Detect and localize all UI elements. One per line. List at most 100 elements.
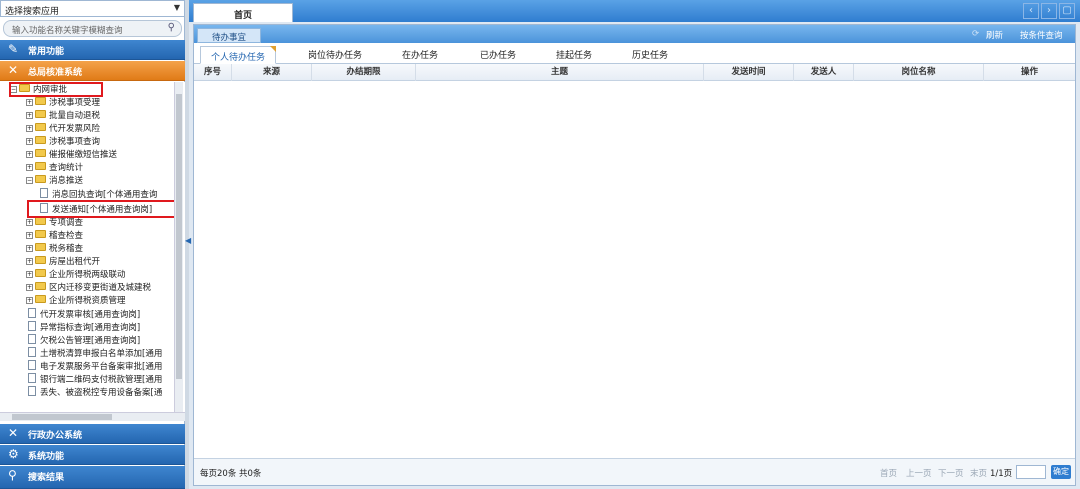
tree-folder[interactable]: + 专项调查 xyxy=(26,217,83,229)
tree-node-label: 查询统计 xyxy=(49,163,84,173)
panel-title-tab[interactable]: 待办事宜 xyxy=(197,28,261,43)
tree-horizontal-scrollbar[interactable] xyxy=(0,412,185,421)
tree-folder[interactable]: + 涉税事项查询 xyxy=(26,136,100,148)
tab-in-progress[interactable]: 在办任务 xyxy=(402,48,438,61)
tree-folder[interactable]: + 批量自动退税 xyxy=(26,110,100,122)
tools-icon: ✕ xyxy=(8,63,19,77)
tree-folder[interactable]: + 查询统计 xyxy=(26,162,83,174)
expand-icon[interactable]: + xyxy=(26,245,33,252)
expand-icon[interactable]: + xyxy=(26,125,33,132)
chevron-left-icon[interactable]: ‹ xyxy=(1023,3,1039,19)
search-icon[interactable]: ⚲ xyxy=(168,22,175,33)
tree-folder[interactable]: + 税务稽查 xyxy=(26,243,83,255)
collapse-icon[interactable]: − xyxy=(26,177,33,184)
expand-icon[interactable]: + xyxy=(26,164,33,171)
tree-node-label: 涉税事项受理 xyxy=(49,98,101,108)
tab-completed[interactable]: 已办任务 xyxy=(480,48,516,61)
tree-folder[interactable]: + 房屋出租代开 xyxy=(26,256,100,268)
menu-search-results[interactable]: ⚲ 搜索结果 xyxy=(0,466,185,489)
expand-icon[interactable]: + xyxy=(26,284,33,291)
function-tree: − 内网审批 + 涉税事项受理 + 批量自动退税 + 代开发票风险 + 涉税事项查询 + 催… xyxy=(0,82,185,412)
scrollbar-thumb[interactable] xyxy=(176,94,182,379)
tree-vertical-scrollbar[interactable] xyxy=(174,82,183,412)
tree-folder[interactable]: − 消息推送 xyxy=(26,175,83,187)
expand-icon[interactable]: + xyxy=(26,138,33,145)
tree-file[interactable]: 土增税清算申报白名单添加[通用 xyxy=(28,347,162,359)
tree-node-label: 税务稽查 xyxy=(49,244,84,254)
first-page-link[interactable]: 首页 xyxy=(880,467,897,479)
tree-folder[interactable]: + 区内迁移变更街道及城建税 xyxy=(26,282,151,294)
tree-file[interactable]: 异常指标查询[通用查询岗] xyxy=(28,321,140,333)
app-select-value: 选择搜索应用 xyxy=(5,7,60,17)
tree-file[interactable]: 银行端二维码支付税款管理[通用 xyxy=(28,373,162,385)
expand-icon[interactable]: + xyxy=(26,112,33,119)
chevron-right-icon[interactable]: › xyxy=(1041,3,1057,19)
tree-file[interactable]: 丢失、被盗税控专用设备备案[通 xyxy=(28,386,162,398)
expand-icon[interactable]: + xyxy=(26,232,33,239)
tree-file[interactable]: 代开发票审核[通用查询岗] xyxy=(28,308,140,320)
expand-icon[interactable]: + xyxy=(26,151,33,158)
menu-approval-system[interactable]: ✕ 总局核准系统 xyxy=(0,61,185,81)
tree-node-label: 土增税清算申报白名单添加[通用 xyxy=(40,349,163,359)
file-icon xyxy=(28,360,36,370)
tree-file[interactable]: 电子发票服务平台备案审批[通用 xyxy=(28,360,162,372)
query-by-condition-button[interactable]: 按条件查询 xyxy=(1020,29,1063,41)
tab-home[interactable]: 首页 xyxy=(193,3,293,22)
app-select[interactable]: 选择搜索应用 ▼ xyxy=(0,0,185,17)
menu-label: 常用功能 xyxy=(28,47,65,57)
folder-open-icon xyxy=(35,175,46,183)
tab-post-tasks[interactable]: 岗位待办任务 xyxy=(308,48,362,61)
go-page-button[interactable]: 确定 xyxy=(1051,465,1071,479)
tree-folder[interactable]: + 稽查检查 xyxy=(26,230,83,242)
refresh-button[interactable]: 刷新 xyxy=(986,29,1003,41)
last-page-link[interactable]: 末页 xyxy=(970,467,987,479)
folder-icon xyxy=(35,282,46,290)
tab-history[interactable]: 历史任务 xyxy=(632,48,668,61)
tab-suspended[interactable]: 挂起任务 xyxy=(556,48,592,61)
menu-system-functions[interactable]: ⚙ 系统功能 xyxy=(0,445,185,465)
menu-office-system[interactable]: ✕ 行政办公系统 xyxy=(0,424,185,444)
refresh-icon[interactable]: ⟳ xyxy=(972,29,979,39)
corner-marker xyxy=(270,46,277,52)
tree-node-label: 稽查检查 xyxy=(49,231,84,241)
window-icon[interactable]: ▢ xyxy=(1059,3,1075,19)
function-search-input[interactable]: 输入功能名称关键字模糊查询 ⚲ xyxy=(3,20,182,37)
tab-personal-tasks[interactable]: 个人待办任务 xyxy=(200,46,277,64)
menu-common-functions[interactable]: ✎ 常用功能 xyxy=(0,40,185,60)
column-header: 来源 xyxy=(232,64,312,81)
tree-node-label: 异常指标查询[通用查询岗] xyxy=(40,323,141,333)
column-header: 发送时间 xyxy=(704,64,794,81)
tree-folder[interactable]: + 催报催缴短信推送 xyxy=(26,149,117,161)
tree-node-label: 专项调查 xyxy=(49,218,84,228)
tree-file[interactable]: 消息回执查询[个体通用查询 xyxy=(40,188,157,200)
tree-node-label: 丢失、被盗税控专用设备备案[通 xyxy=(40,388,163,398)
tree-folder[interactable]: + 企业所得税资质管理 xyxy=(26,295,126,307)
prev-page-link[interactable]: 上一页 xyxy=(906,467,932,479)
scrollbar-thumb[interactable] xyxy=(12,414,112,420)
file-icon xyxy=(28,347,36,357)
expand-icon[interactable]: + xyxy=(26,271,33,278)
tree-folder[interactable]: + 涉税事项受理 xyxy=(26,97,100,109)
wrench-icon: ✎ xyxy=(8,42,19,56)
file-icon xyxy=(40,188,48,198)
folder-icon xyxy=(35,110,46,118)
tree-folder[interactable]: + 企业所得税两级联动 xyxy=(26,269,126,281)
search-placeholder: 输入功能名称关键字模糊查询 xyxy=(12,26,123,36)
folder-icon xyxy=(35,162,46,170)
folder-icon xyxy=(35,256,46,264)
todo-panel: 待办事宜 ⟳ 刷新 按条件查询 个人待办任务 岗位待办任务 在办任务 已办任务 … xyxy=(193,24,1076,486)
tree-file[interactable]: 欠税公告管理[通用查询岗] xyxy=(28,334,140,346)
expand-icon[interactable]: + xyxy=(26,99,33,106)
expand-icon[interactable]: + xyxy=(26,219,33,226)
tab-label: 个人待办任务 xyxy=(211,53,266,63)
page-number-input[interactable] xyxy=(1016,465,1046,479)
tree-node-label: 企业所得税资质管理 xyxy=(49,296,126,306)
folder-icon xyxy=(35,230,46,238)
table-header: 序号 来源 办结期限 主题 发送时间 发送人 岗位名称 操作 xyxy=(194,64,1075,81)
expand-icon[interactable]: + xyxy=(26,258,33,265)
expand-icon[interactable]: + xyxy=(26,297,33,304)
next-page-link[interactable]: 下一页 xyxy=(938,467,964,479)
chevron-down-icon: ▼ xyxy=(173,3,180,12)
folder-icon xyxy=(35,149,46,157)
tree-folder[interactable]: + 代开发票风险 xyxy=(26,123,100,135)
